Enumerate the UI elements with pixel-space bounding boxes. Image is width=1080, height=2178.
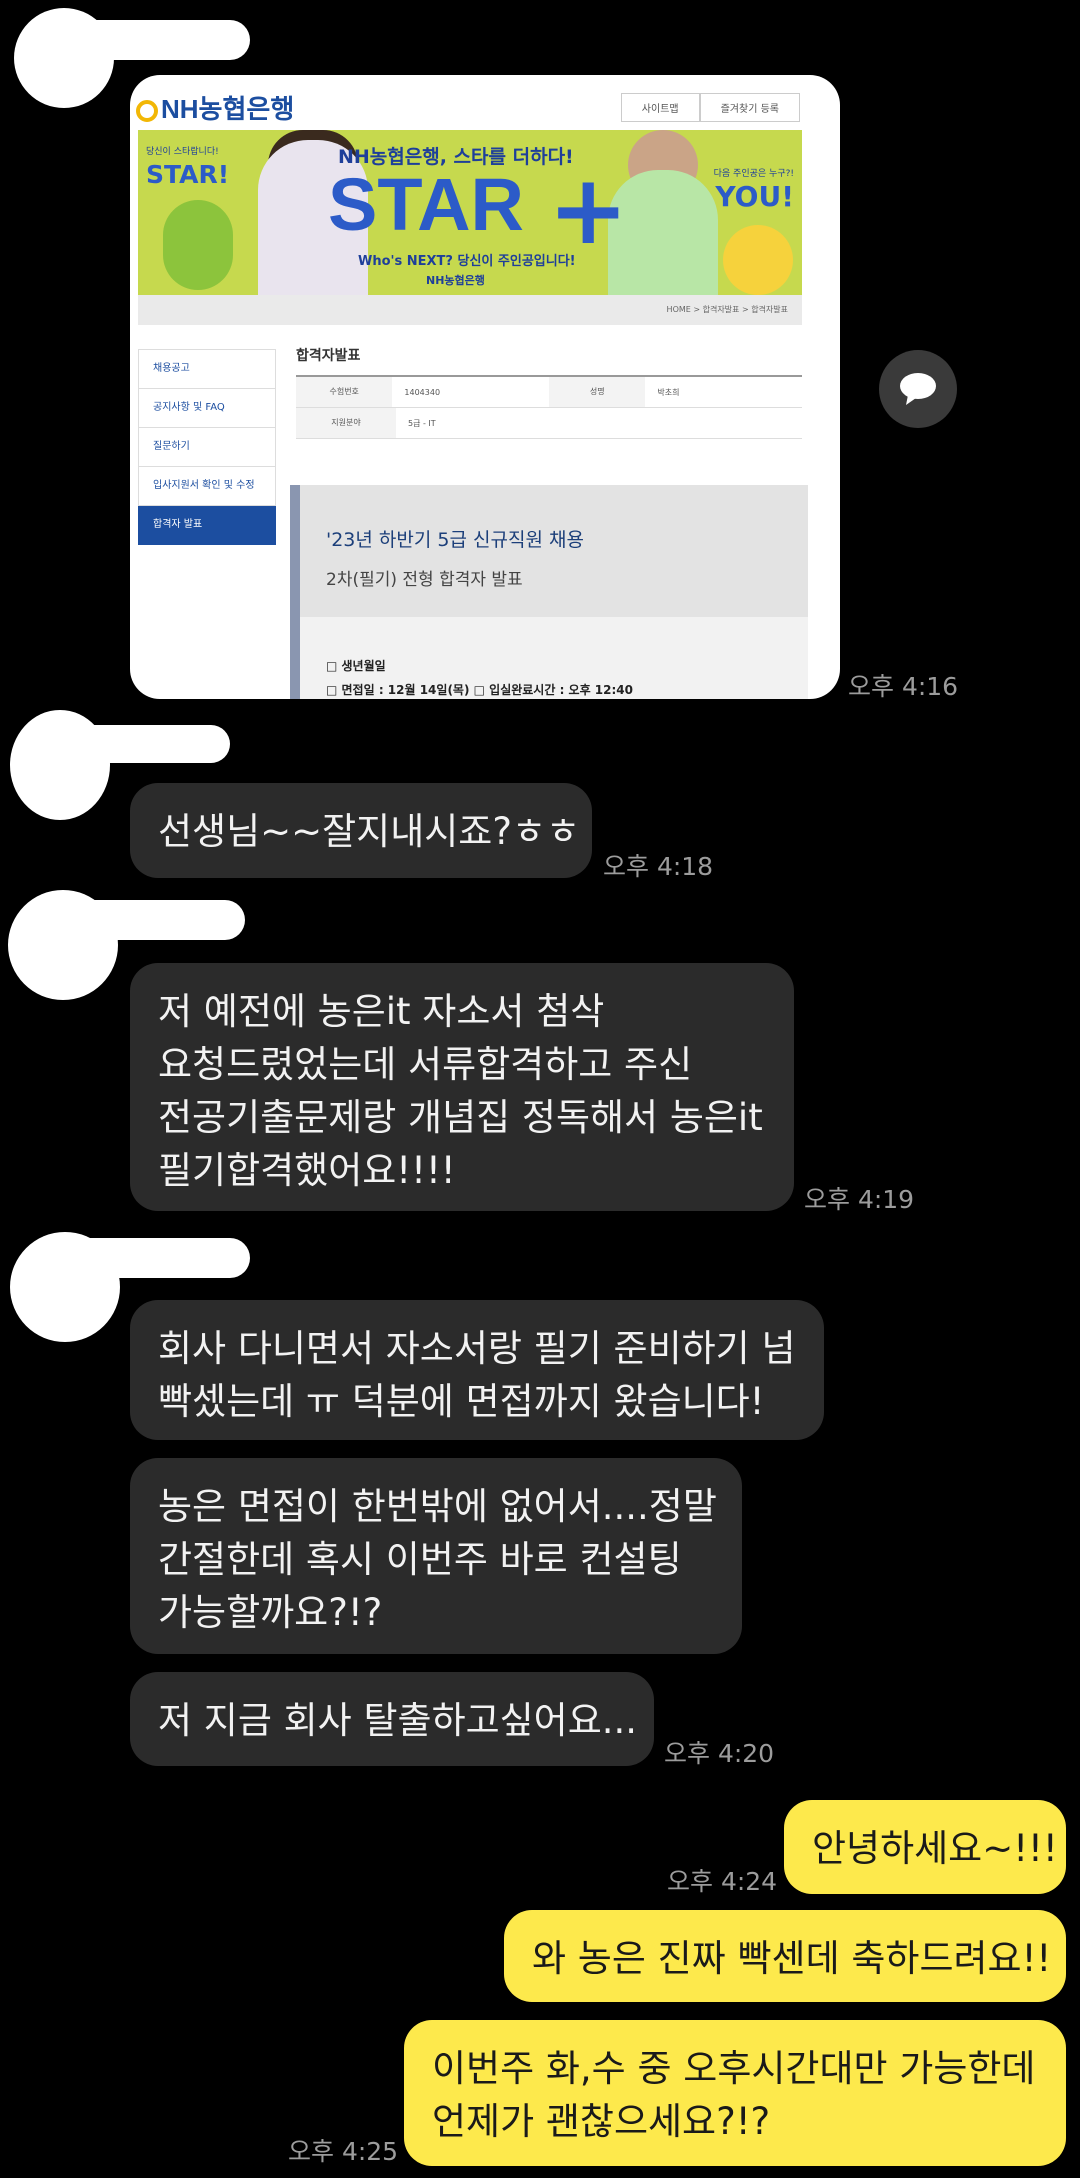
message-bubble[interactable]: 저 지금 회사 탈출하고싶어요... xyxy=(130,1672,654,1766)
chat-share-icon xyxy=(900,373,936,405)
breadcrumb: HOME > 합격자발표 > 합격자발표 xyxy=(138,295,802,325)
message-text: 필기합격했어요!!!! xyxy=(158,1149,456,1192)
banner-big-star: STAR xyxy=(328,163,524,246)
bookmark-link: 즐겨찾기 등록 xyxy=(699,93,800,122)
redacted-name xyxy=(60,20,250,60)
side-menu-item-active: 합격자 발표 xyxy=(138,506,276,545)
banner-star-left: STAR! xyxy=(146,160,230,189)
banner-you: YOU! xyxy=(715,180,794,213)
message-text: 요청드렸었는데 서류합격하고 주신 xyxy=(158,1043,693,1086)
message-text: 간절한데 혹시 이번주 바로 컨설팅 xyxy=(158,1538,682,1581)
document-line: □ 면접일 : 12월 14일(목) □ 입실완료시간 : 오후 12:40 xyxy=(326,683,633,697)
timestamp: 오후 4:25 xyxy=(288,2137,399,2166)
redacted-name xyxy=(70,900,245,940)
redacted-name xyxy=(70,1238,250,1278)
banner-brand: NH농협은행 xyxy=(426,274,485,287)
side-menu-item: 공지사항 및 FAQ xyxy=(138,389,276,428)
banner-sub: Who's NEXT? 당신이 주인공입니다! xyxy=(358,254,576,269)
message-bubble[interactable]: 회사 다니면서 자소서랑 필기 준비하기 넘 빡셌는데 ㅠ 덕분에 면접까지 왔… xyxy=(130,1300,824,1440)
message-text: 저 지금 회사 탈출하고싶어요... xyxy=(158,1699,638,1742)
document-title: '23년 하반기 5급 신규직원 채용 xyxy=(326,529,584,551)
message-text: 와 농은 진짜 빡센데 축하드려요!! xyxy=(532,1937,1052,1980)
message-text: 저 예전에 농은it 자소서 첨삭 xyxy=(158,990,605,1033)
info-key: 성명 xyxy=(549,377,646,407)
banner: 당신이 스타랍니다! STAR! NH농협은행, 스타를 더하다! STAR +… xyxy=(138,130,802,295)
info-row: 수험번호 1404340 성명 박초희 xyxy=(296,377,802,408)
side-menu: 채용공고 공지사항 및 FAQ 질문하기 입사지원서 확인 및 수정 합격자 발… xyxy=(138,349,276,545)
banner-small-left: 당신이 스타랍니다! xyxy=(146,147,219,157)
message-bubble[interactable]: 선생님~~잘지내시죠?ㅎㅎ xyxy=(130,783,592,878)
top-links: 사이트맵 즐겨찾기 등록 xyxy=(620,93,800,122)
message-text: 빡셌는데 ㅠ 덕분에 면접까지 왔습니다! xyxy=(158,1380,765,1423)
redacted-name xyxy=(70,725,230,763)
yellow-mascot xyxy=(723,225,793,295)
banner-small-right: 다음 주인공은 누구?! xyxy=(713,169,794,179)
section-title: 합격자발표 xyxy=(296,348,361,364)
info-value: 5급 - IT xyxy=(408,418,436,428)
timestamp: 오후 4:24 xyxy=(667,1867,778,1896)
message-bubble[interactable]: 저 예전에 농은it 자소서 첨삭 요청드렸었는데 서류합격하고 주신 전공기출… xyxy=(130,963,794,1211)
my-message-bubble[interactable]: 이번주 화,수 중 오후시간대만 가능한데 언제가 괜찮으세요?!? xyxy=(404,2020,1066,2166)
nh-logo: NH농협은행 xyxy=(136,89,294,126)
my-message-bubble[interactable]: 와 농은 진짜 빡센데 축하드려요!! xyxy=(504,1910,1066,2002)
document-line: □ 생년월일 xyxy=(326,659,386,673)
message-bubble[interactable]: 농은 면접이 한번밖에 없어서....정말 간절한데 혹시 이번주 바로 컨설팅… xyxy=(130,1458,742,1654)
message-text: 이번주 화,수 중 오후시간대만 가능한데 xyxy=(432,2047,1036,2090)
timestamp: 오후 4:19 xyxy=(804,1185,915,1214)
info-row: 지원분야 5급 - IT xyxy=(296,408,802,439)
timestamp: 오후 4:16 xyxy=(848,672,959,701)
document-subtitle: 2차(필기) 전형 합격자 발표 xyxy=(326,570,523,590)
result-document: '23년 하반기 5급 신규직원 채용 2차(필기) 전형 합격자 발표 □ 생… xyxy=(290,485,808,699)
green-mascot xyxy=(163,200,233,290)
side-menu-item: 채용공고 xyxy=(138,349,276,389)
timestamp: 오후 4:18 xyxy=(603,852,714,881)
info-key: 수험번호 xyxy=(296,377,393,407)
banner-plus: + xyxy=(548,154,629,266)
timestamp: 오후 4:20 xyxy=(664,1739,775,1768)
sitemap-link: 사이트맵 xyxy=(620,93,700,122)
shared-image[interactable]: NH농협은행 사이트맵 즐겨찾기 등록 당신이 스타랍니다! STAR! NH농… xyxy=(130,75,840,699)
message-text: 회사 다니면서 자소서랑 필기 준비하기 넘 xyxy=(158,1327,796,1370)
share-button[interactable] xyxy=(879,350,957,428)
info-key: 지원분야 xyxy=(296,408,396,438)
message-text: 안녕하세요~!!! xyxy=(812,1827,1058,1870)
info-value: 1404340 xyxy=(404,387,441,397)
side-menu-item: 질문하기 xyxy=(138,428,276,467)
side-menu-item: 입사지원서 확인 및 수정 xyxy=(138,467,276,506)
info-value: 박초희 xyxy=(657,387,680,397)
message-text: 농은 면접이 한번밖에 없어서....정말 xyxy=(158,1485,717,1528)
message-text: 언제가 괜찮으세요?!? xyxy=(432,2100,771,2143)
message-text: 가능할까요?!? xyxy=(158,1591,383,1634)
message-text: 전공기출문제랑 개념집 정독해서 농은it xyxy=(158,1096,763,1139)
message-text: 선생님~~잘지내시죠?ㅎㅎ xyxy=(158,810,581,853)
my-message-bubble[interactable]: 안녕하세요~!!! xyxy=(784,1800,1066,1894)
applicant-info-table: 수험번호 1404340 성명 박초희 지원분야 5급 - IT xyxy=(296,375,802,439)
